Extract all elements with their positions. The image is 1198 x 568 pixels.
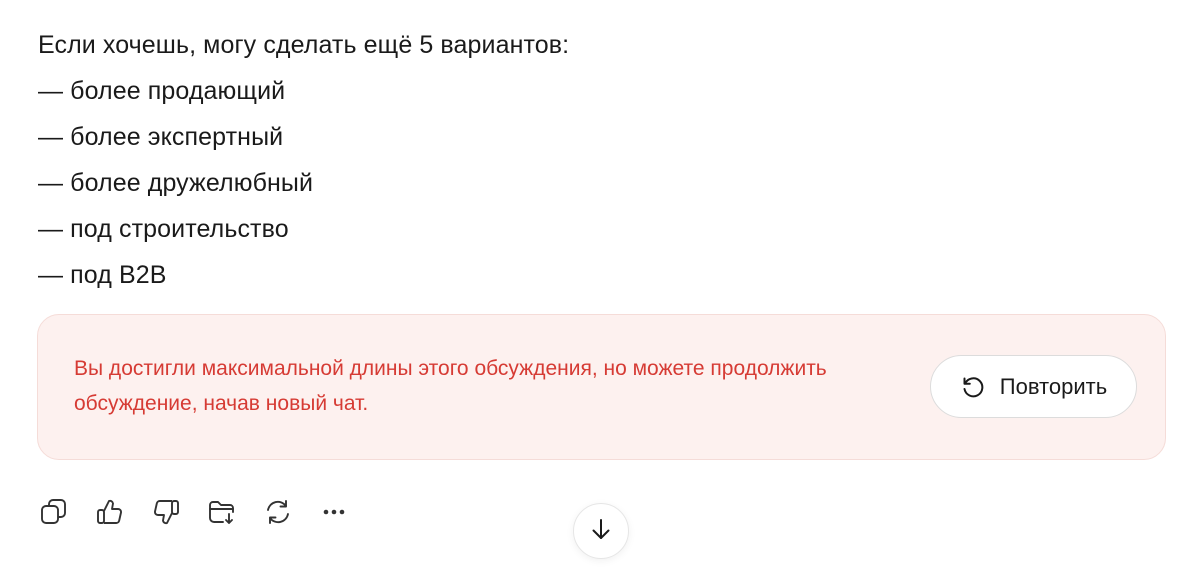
- copy-icon: [39, 497, 69, 527]
- scroll-to-bottom-button[interactable]: [573, 503, 629, 559]
- regenerate-icon: [263, 497, 293, 527]
- thumbs-up-icon: [95, 497, 125, 527]
- message-line: — более экспертный: [38, 123, 284, 151]
- retry-button[interactable]: Повторить: [930, 355, 1137, 418]
- message-line: Если хочешь, могу сделать ещё 5 варианто…: [38, 31, 570, 59]
- conversation-limit-text: Вы достигли максимальной длины этого обс…: [74, 357, 827, 415]
- thumbs-down-icon: [151, 497, 181, 527]
- message-actions: [38, 496, 374, 528]
- retry-label: Повторить: [999, 373, 1108, 399]
- like-button[interactable]: [94, 496, 126, 528]
- retry-icon: [960, 374, 986, 400]
- message-line: — более дружелюбный: [38, 169, 314, 197]
- regenerate-button[interactable]: [262, 496, 294, 528]
- dislike-button[interactable]: [150, 496, 182, 528]
- message-line: — под B2B: [38, 261, 167, 289]
- arrow-down-icon: [588, 516, 614, 547]
- assistant-message: Если хочешь, могу сделать ещё 5 варианто…: [38, 22, 1138, 298]
- message-line: — под строительство: [38, 215, 289, 243]
- more-options-button[interactable]: [318, 496, 350, 528]
- message-line: — более продающий: [38, 77, 286, 105]
- copy-button[interactable]: [38, 496, 70, 528]
- conversation-limit-notice: Вы достигли максимальной длины этого обс…: [37, 314, 1166, 460]
- save-to-folder-icon: [207, 497, 237, 527]
- save-to-folder-button[interactable]: [206, 496, 238, 528]
- chat-page: Если хочешь, могу сделать ещё 5 варианто…: [0, 0, 1198, 568]
- more-icon: [319, 497, 349, 527]
